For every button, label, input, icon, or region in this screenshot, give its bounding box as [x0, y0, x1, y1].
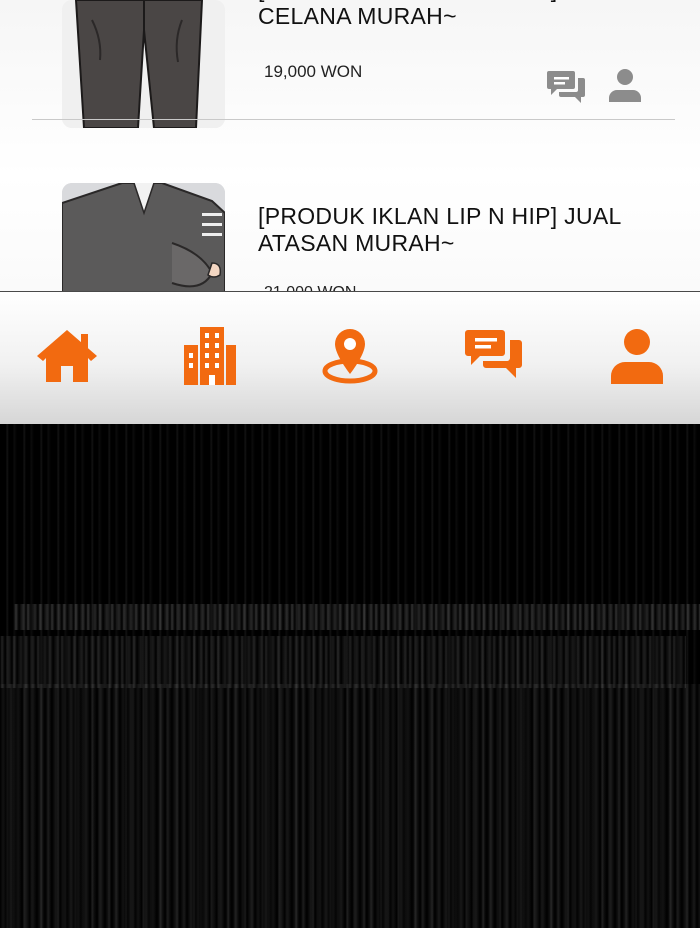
bottom-nav — [0, 291, 700, 424]
product-thumbnail[interactable] — [62, 0, 225, 128]
jacket-image — [62, 183, 225, 292]
nav-chat[interactable] — [460, 326, 530, 386]
product-title[interactable]: [PRODUK IKLAN LIP N HIP] JUAL CELANA MUR… — [258, 0, 648, 30]
product-thumbnail[interactable] — [62, 183, 225, 292]
chat-icon[interactable] — [547, 68, 587, 106]
nav-profile[interactable] — [602, 326, 672, 386]
user-icon[interactable] — [607, 68, 647, 106]
list-item[interactable]: [PRODUK IKLAN LIP N HIP] JUAL CELANA MUR… — [0, 0, 700, 128]
noise-streaks — [0, 684, 700, 928]
location-pin-icon — [322, 329, 378, 384]
chat-icon — [465, 330, 522, 378]
home-icon — [37, 330, 97, 382]
nav-buildings[interactable] — [175, 326, 245, 386]
screen-static-noise — [0, 424, 700, 928]
list-item[interactable]: [PRODUK IKLAN LIP N HIP] JUAL ATASAN MUR… — [0, 183, 700, 292]
nav-home[interactable] — [32, 326, 102, 386]
noise-band — [0, 636, 686, 688]
nav-location[interactable] — [315, 326, 385, 386]
building-icon — [184, 327, 236, 385]
product-price: 19,000 WON — [264, 62, 363, 81]
divider — [32, 119, 675, 120]
product-list: [PRODUK IKLAN LIP N HIP] JUAL CELANA MUR… — [0, 0, 700, 292]
pants-image — [62, 0, 225, 128]
user-icon — [611, 329, 663, 384]
noise-band — [14, 604, 700, 630]
product-title[interactable]: [PRODUK IKLAN LIP N HIP] JUAL ATASAN MUR… — [258, 203, 648, 257]
